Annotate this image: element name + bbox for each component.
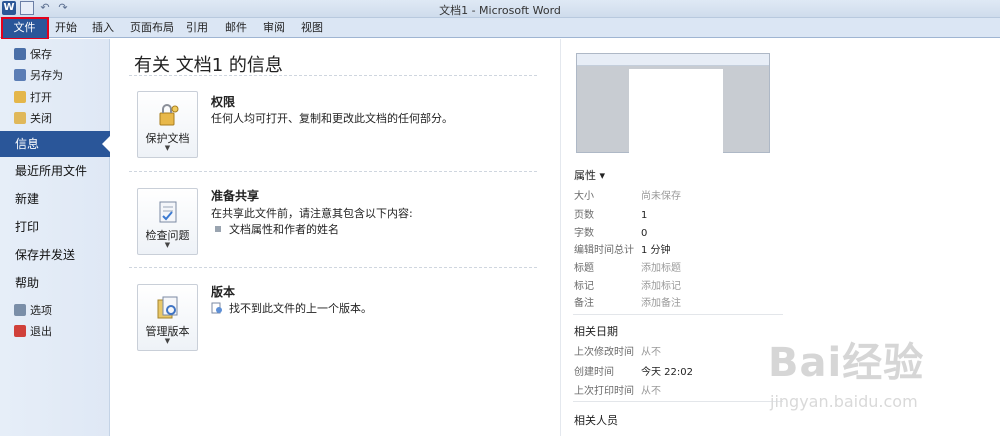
prop-row-size: 大小 尚未保存 bbox=[574, 187, 874, 202]
ribbon-tab-row: 开始 插入 页面布局 引用 邮件 审阅 视图 bbox=[0, 18, 1000, 38]
divider bbox=[573, 401, 783, 402]
check-for-issues-button[interactable]: 检查问题 ▼ bbox=[137, 188, 198, 255]
prop-value: 尚未保存 bbox=[641, 191, 681, 202]
divider bbox=[573, 314, 783, 315]
nav-save-as-label: 另存为 bbox=[30, 69, 63, 82]
inspect-document-icon bbox=[159, 201, 177, 223]
options-icon bbox=[14, 304, 26, 316]
permissions-text: 任何人均可打开、复制和更改此文档的任何部分。 bbox=[211, 112, 453, 125]
prepare-bullet-text: 文档属性和作者的姓名 bbox=[229, 223, 339, 236]
tab-page-layout[interactable]: 页面布局 bbox=[126, 20, 178, 38]
manage-versions-icon bbox=[157, 296, 178, 319]
page-title: 有关 文档1 的信息 bbox=[134, 55, 283, 76]
prop-key: 大小 bbox=[574, 191, 594, 202]
prop-value: 0 bbox=[641, 228, 648, 239]
prepare-bullet: 文档属性和作者的姓名 bbox=[215, 221, 339, 237]
prepare-sharing-heading: 准备共享 bbox=[211, 189, 260, 203]
tab-insert[interactable]: 插入 bbox=[88, 20, 118, 38]
tab-review[interactable]: 审阅 bbox=[259, 20, 289, 38]
bullet-icon bbox=[215, 226, 221, 232]
date-key: 创建时间 bbox=[574, 367, 614, 378]
info-panel: 有关 文档1 的信息 保护文档 ▼ 权限 任何人均可打开、复制和更改此文档的任何… bbox=[111, 39, 561, 436]
thumbnail-page bbox=[629, 69, 723, 154]
add-title-field[interactable]: 添加标题 bbox=[641, 263, 681, 274]
add-tags-field[interactable]: 添加标记 bbox=[641, 281, 681, 292]
nav-save-label: 保存 bbox=[30, 48, 52, 61]
window-title: 文档1 - Microsoft Word bbox=[439, 4, 561, 17]
document-thumbnail[interactable] bbox=[576, 53, 770, 154]
nav-options[interactable]: 选项 bbox=[14, 301, 52, 319]
prop-key: 备注 bbox=[574, 298, 594, 309]
nav-save[interactable]: 保存 bbox=[14, 45, 52, 63]
date-value: 从不 bbox=[641, 347, 661, 358]
nav-close-label: 关闭 bbox=[30, 112, 52, 125]
prop-row-comments: 备注 添加备注 bbox=[574, 294, 874, 309]
prop-key: 标题 bbox=[574, 263, 594, 274]
versions-line: 找不到此文件的上一个版本。 bbox=[211, 300, 372, 316]
related-people-heading: 相关人员 bbox=[574, 414, 618, 427]
prop-key: 字数 bbox=[574, 228, 594, 239]
prop-row-tags: 标记 添加标记 bbox=[574, 277, 874, 292]
prop-value: 1 bbox=[641, 210, 648, 221]
save-icon bbox=[14, 48, 26, 60]
baidu-jingyan-watermark: Bai经验 jingyan.baidu.com bbox=[760, 320, 990, 430]
prop-key: 页数 bbox=[574, 210, 594, 221]
backstage-nav: 保存 另存为 打开 关闭 信息 最近所用文件 新建 打印 保存并发送 帮助 选项… bbox=[0, 39, 111, 436]
date-key: 上次修改时间 bbox=[574, 347, 634, 358]
prop-row-pages: 页数 1 bbox=[574, 206, 874, 221]
nav-help[interactable]: 帮助 bbox=[0, 270, 110, 296]
prop-row-edit-time: 编辑时间总计 1 分钟 bbox=[574, 241, 874, 256]
date-value: 从不 bbox=[641, 386, 661, 397]
key-lock-icon bbox=[159, 104, 179, 126]
nav-exit[interactable]: 退出 bbox=[14, 322, 52, 340]
related-dates-heading: 相关日期 bbox=[574, 325, 618, 338]
tab-mailings[interactable]: 邮件 bbox=[221, 20, 251, 38]
prop-row-title: 标题 添加标题 bbox=[574, 259, 874, 274]
manage-versions-button[interactable]: 管理版本 ▼ bbox=[137, 284, 198, 351]
prop-key: 编辑时间总计 bbox=[574, 245, 634, 256]
protect-document-button[interactable]: 保护文档 ▼ bbox=[137, 91, 198, 158]
tab-references[interactable]: 引用 bbox=[182, 20, 212, 38]
nav-open-label: 打开 bbox=[30, 91, 52, 104]
nav-options-label: 选项 bbox=[30, 304, 52, 317]
file-tab-highlight-box bbox=[1, 17, 49, 40]
save-as-icon bbox=[14, 69, 26, 81]
date-key: 上次打印时间 bbox=[574, 386, 634, 397]
properties-heading[interactable]: 属性 ▾ bbox=[574, 167, 605, 183]
divider bbox=[129, 267, 537, 268]
date-value: 今天 22:02 bbox=[641, 367, 693, 378]
tab-home[interactable]: 开始 bbox=[51, 20, 81, 38]
prop-value: 1 分钟 bbox=[641, 245, 671, 256]
tab-view[interactable]: 视图 bbox=[297, 20, 327, 38]
watermark-url: jingyan.baidu.com bbox=[770, 392, 918, 411]
close-folder-icon bbox=[14, 112, 26, 124]
divider bbox=[129, 171, 537, 172]
title-bar: W ↶ ↷ 文档1 - Microsoft Word bbox=[0, 0, 1000, 18]
exit-icon bbox=[14, 325, 26, 337]
nav-close[interactable]: 关闭 bbox=[14, 109, 52, 127]
open-folder-icon bbox=[14, 91, 26, 103]
permissions-heading: 权限 bbox=[211, 95, 236, 109]
versions-heading: 版本 bbox=[211, 285, 236, 299]
divider bbox=[129, 75, 537, 76]
add-comments-field[interactable]: 添加备注 bbox=[641, 298, 681, 309]
nav-new[interactable]: 新建 bbox=[0, 186, 110, 212]
nav-save-send[interactable]: 保存并发送 bbox=[0, 242, 110, 268]
thumbnail-ribbon bbox=[577, 54, 769, 66]
versions-text: 找不到此文件的上一个版本。 bbox=[229, 302, 372, 315]
nav-recent[interactable]: 最近所用文件 bbox=[0, 158, 110, 184]
nav-open[interactable]: 打开 bbox=[14, 88, 52, 106]
nav-print[interactable]: 打印 bbox=[0, 214, 110, 240]
prepare-sharing-text: 在共享此文件前，请注意其包含以下内容: bbox=[211, 207, 413, 220]
nav-info[interactable]: 信息 bbox=[0, 131, 111, 157]
prop-key: 标记 bbox=[574, 281, 594, 292]
nav-save-as[interactable]: 另存为 bbox=[14, 66, 63, 84]
prop-row-words: 字数 0 bbox=[574, 224, 874, 239]
watermark-brand: Bai经验 bbox=[768, 340, 925, 386]
dropdown-arrow-icon: ▼ bbox=[164, 241, 171, 249]
dropdown-arrow-icon: ▼ bbox=[164, 337, 171, 345]
dropdown-arrow-icon: ▼ bbox=[164, 144, 171, 152]
nav-exit-label: 退出 bbox=[30, 325, 52, 338]
document-version-icon bbox=[211, 302, 222, 314]
